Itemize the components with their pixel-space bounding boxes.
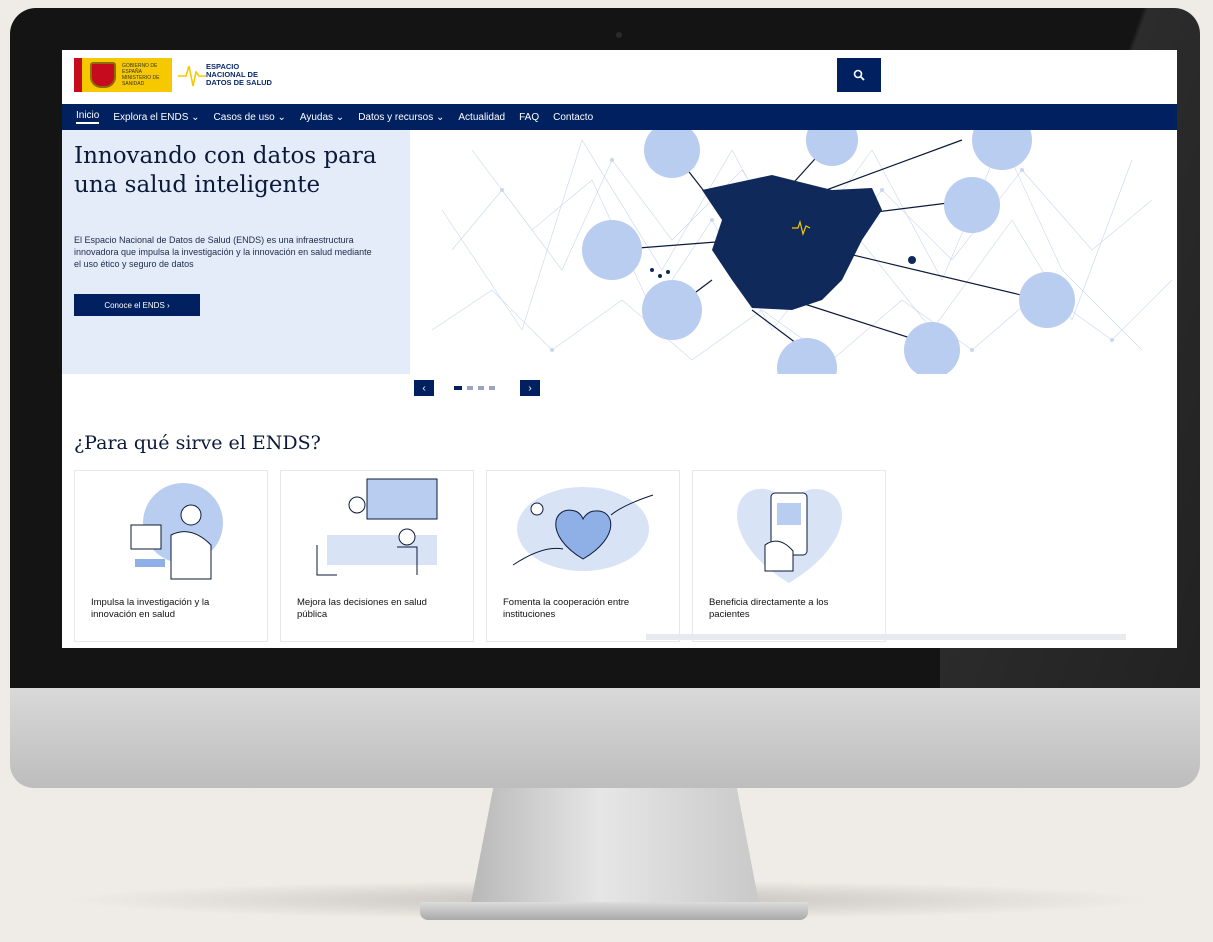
benefit-card-label: Impulsa la investigación y la innovación… xyxy=(91,597,210,620)
nav-item-actualidad[interactable]: Actualidad xyxy=(458,112,505,123)
government-logo[interactable]: GOBIERNO DE ESPAÑA MINISTERIO DE SANIDAD xyxy=(74,58,172,92)
search-button[interactable] xyxy=(837,58,881,92)
government-logo-text: GOBIERNO DE ESPAÑA MINISTERIO DE SANIDAD xyxy=(122,63,160,87)
carousel-dot[interactable] xyxy=(454,386,462,390)
search-icon xyxy=(853,69,865,81)
monitor-stand xyxy=(470,788,760,908)
network-map-illustration xyxy=(431,130,1173,374)
nav-item-inicio[interactable]: Inicio xyxy=(76,110,100,124)
research-illustration-icon xyxy=(130,483,223,580)
hero-card: Innovando con datos para una salud intel… xyxy=(62,130,410,374)
carousel-dot[interactable] xyxy=(467,386,473,390)
ends-logo-line3: DATOS DE SALUD xyxy=(206,78,272,87)
monitor-chin xyxy=(10,688,1200,788)
hero-banner: Innovando con datos para una salud intel… xyxy=(62,130,1177,376)
cooperation-illustration-icon xyxy=(512,487,654,571)
hero-title: Innovando con datos para una salud intel… xyxy=(74,143,377,198)
nav-item-datos-recursos[interactable]: Datos y recursos ⌄ xyxy=(358,112,444,123)
coat-of-arms-icon xyxy=(90,62,116,88)
benefit-card-label: Mejora las decisiones en salud pública xyxy=(297,597,427,620)
carousel-next-button[interactable]: › xyxy=(520,380,540,396)
benefit-card-label: Beneficia directamente a los pacientes xyxy=(709,597,829,620)
carousel-dot[interactable] xyxy=(489,386,495,390)
camera-icon xyxy=(616,32,622,38)
nav-item-ayudas[interactable]: Ayudas ⌄ xyxy=(300,112,344,123)
carousel-indicators xyxy=(454,386,495,390)
benefit-card-decisions[interactable]: Mejora las decisiones en salud pública xyxy=(280,470,474,642)
cards-bottom-strip xyxy=(646,634,1126,640)
nav-item-casos-de-uso[interactable]: Casos de uso ⌄ xyxy=(214,112,286,123)
nav-item-contacto[interactable]: Contacto xyxy=(553,112,593,123)
benefit-card-patients[interactable]: Beneficia directamente a los pacientes xyxy=(692,470,886,642)
ends-logo[interactable]: ESPACIO NACIONAL DE DATOS DE SALUD xyxy=(178,58,308,92)
benefit-card-label: Fomenta la cooperación entre institucion… xyxy=(503,597,630,620)
benefit-cards: Impulsa la investigación y la innovación… xyxy=(74,470,894,642)
site-header: GOBIERNO DE ESPAÑA MINISTERIO DE SANIDAD… xyxy=(62,50,1177,104)
ends-logo-text: ESPACIO NACIONAL DE DATOS DE SALUD xyxy=(206,63,272,87)
conoce-ends-button[interactable]: Conoce el ENDS › xyxy=(74,294,200,316)
monitor-base xyxy=(420,902,808,920)
hero-illustration xyxy=(412,130,1177,374)
main-nav: Inicio Explora el ENDS ⌄ Casos de uso ⌄ … xyxy=(62,104,1177,130)
flag-stripe xyxy=(74,58,82,92)
hero-carousel-controls: ‹ › xyxy=(414,380,544,396)
patients-illustration-icon xyxy=(737,488,843,583)
carousel-dot[interactable] xyxy=(478,386,484,390)
decisions-illustration-icon xyxy=(316,478,438,576)
benefit-card-cooperation[interactable]: Fomenta la cooperación entre institucion… xyxy=(486,470,680,642)
section-title: ¿Para qué sirve el ENDS? xyxy=(74,432,321,454)
heartbeat-icon xyxy=(178,65,206,87)
nav-item-faq[interactable]: FAQ xyxy=(519,112,539,123)
nav-item-explora[interactable]: Explora el ENDS ⌄ xyxy=(113,112,199,123)
browser-screen: GOBIERNO DE ESPAÑA MINISTERIO DE SANIDAD… xyxy=(62,50,1177,648)
hero-description: El Espacio Nacional de Datos de Salud (E… xyxy=(74,235,372,269)
carousel-prev-button[interactable]: ‹ xyxy=(414,380,434,396)
benefit-card-research[interactable]: Impulsa la investigación y la innovación… xyxy=(74,470,268,642)
